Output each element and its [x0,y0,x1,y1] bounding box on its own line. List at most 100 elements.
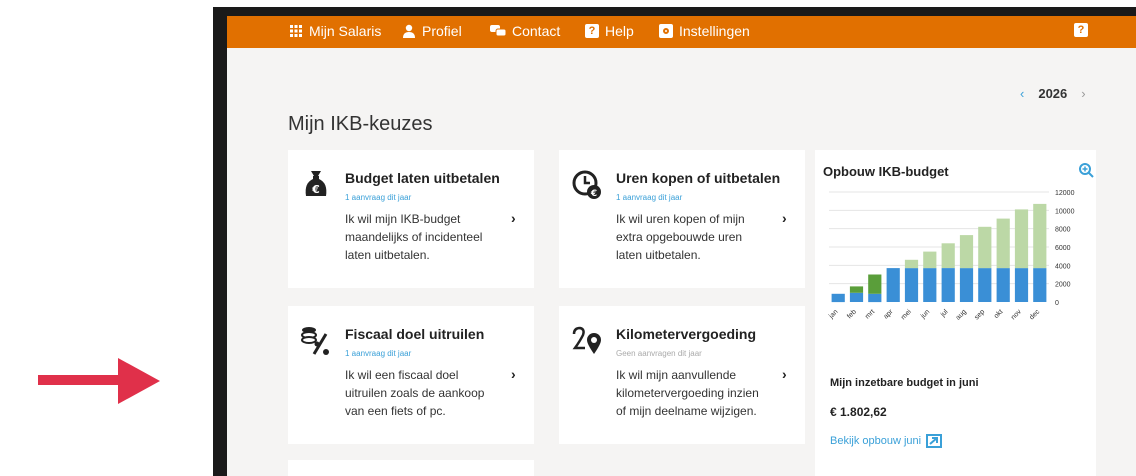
y-tick-label: 6000 [1055,245,1071,252]
pointer-arrow-icon [118,358,160,404]
x-tick-label: mei [900,308,913,321]
bar-segment-okt-blue [996,268,1010,302]
y-tick-label: 0 [1055,300,1059,307]
bar-segment-jul-blue [941,268,955,302]
nav-label: Instellingen [679,23,750,39]
svg-text:€: € [311,183,320,196]
y-tick-label: 2000 [1055,282,1071,289]
next-year-button[interactable]: › [1081,86,1085,101]
gear-icon [659,24,673,38]
budget-label: Mijn inzetbare budget in juni [830,377,979,389]
x-tick-label: jul [939,308,950,319]
x-tick-label: jun [919,308,931,320]
x-tick-label: okt [993,308,1005,320]
chat-icon [490,25,506,37]
bar-segment-nov-blue [1014,268,1029,302]
grid-icon [290,25,302,37]
x-tick-label: dec [1028,308,1041,321]
budget-chart: 12000 10000 8000 6000 4000 2000 0 jan feb mrt apr m… [827,190,1075,322]
card-fiscaal-doel-uitruilen[interactable]: Fiscaal doel uitruilen 1 aanvraag dit ja… [288,306,534,444]
card-description: Ik wil mijn aanvullende kilometervergoed… [616,368,759,418]
pointer-arrow-shaft [38,375,122,385]
nav-mijn-salaris[interactable]: Mijn Salaris [289,23,381,39]
year-label: 2026 [1038,86,1068,101]
x-tick-label: apr [882,308,895,321]
nav-contact[interactable]: Contact [490,23,560,39]
page-title: Mijn IKB-keuzes [288,113,433,135]
panel-title: Opbouw IKB-budget [823,164,949,179]
card-description: Ik wil uren kopen of mijn extra opgebouw… [616,212,745,262]
bar-segment-jan-blue [831,293,845,303]
budget-panel: Opbouw IKB-budget 12000 10000 8000 6000 4000… [815,150,1096,476]
bar-segment-mei-blue [904,268,919,302]
coins-percent-icon [301,327,329,355]
card-title: Kilometervergoeding [616,326,757,342]
bar-segment-dec-green_light [1033,203,1047,269]
bar-segment-aug-green_light [959,235,974,269]
bar-segment-jul-green_light [941,243,955,268]
y-tick-label: 12000 [1055,190,1075,197]
prev-year-button[interactable]: ‹ [1020,86,1024,101]
nav-label: Help [605,23,634,39]
nav-instellingen[interactable]: Instellingen [659,23,750,39]
card-request-count: Geen aanvragen dit jaar [616,349,702,358]
bar-segment-jun-green_light [923,251,937,269]
y-tick-label: 8000 [1055,227,1071,234]
help-button[interactable]: ? [1074,23,1088,37]
card-budget-laten-uitbetalen[interactable]: € Budget laten uitbetalen 1 aanvraag dit… [288,150,534,288]
card-title: Uren kopen of uitbetalen [616,170,781,186]
link-label: Bekijk opbouw juni [830,435,922,447]
bar-segment-mrt-green_dark [868,274,882,294]
svg-text:€: € [590,189,597,199]
bar-segment-mei-green_light [904,259,919,269]
card-description: Ik wil mijn IKB-budget maandelijks of in… [345,212,483,262]
help-icon: ? [1074,23,1088,37]
bar-segment-dec-blue [1033,268,1047,302]
bar-segment-sep-blue [978,268,992,302]
x-tick-label: mrt [864,308,876,320]
card-request-count: 1 aanvraag dit jaar [345,349,412,358]
help-icon: ? [585,24,599,38]
zoom-in-icon[interactable] [1078,162,1094,178]
nav-profiel[interactable]: Profiel [402,23,462,39]
bar-segment-feb-green_dark [849,286,864,293]
nav-help[interactable]: ? Help [585,23,634,39]
money-bag-icon: € [305,171,327,196]
clock-euro-icon: € [572,170,601,199]
bar-segment-okt-green_light [996,218,1010,269]
bar-segment-feb-blue [849,292,864,302]
card-kilometervergoeding[interactable]: Kilometervergoeding Geen aanvragen dit j… [559,306,805,444]
x-tick-label: nov [1010,308,1023,321]
x-tick-label: sep [973,308,986,321]
bar-segment-aug-blue [959,268,974,302]
card-request-count: 1 aanvraag dit jaar [345,193,412,202]
x-tick-label: feb [846,308,858,320]
chevron-right-icon: › [782,366,787,382]
chevron-right-icon: › [511,210,516,226]
nav-label: Mijn Salaris [309,23,382,39]
bar-segment-sep-green_light [978,226,992,269]
year-navigator: ‹ 2026 › [1020,86,1086,101]
card-description: Ik wil een fiscaal doel uitruilen zoals … [345,368,485,418]
card-uren-kopen-of-uitbetalen[interactable]: € Uren kopen of uitbetalen 1 aanvraag di… [559,150,805,288]
app-window: Mijn Salaris Profiel Contact ? Help Inst… [227,16,1136,476]
user-icon [403,24,415,38]
budget-value: € 1.802,62 [830,405,887,419]
view-build-up-link[interactable]: Bekijk opbouw juni [830,434,943,448]
y-tick-label: 4000 [1055,263,1071,270]
calendar-link-icon [926,434,943,448]
chevron-right-icon: › [511,366,516,382]
x-tick-label: aug [955,308,968,321]
route-pin-icon [572,326,601,354]
bar-segment-jun-blue [923,268,937,302]
bar-segment-mrt-blue [868,293,882,303]
nav-label: Contact [512,23,561,39]
nav-label: Profiel [422,23,462,39]
card-title: Fiscaal doel uitruilen [345,326,485,342]
card-partial [288,460,534,476]
y-tick-label: 10000 [1055,208,1075,215]
card-title: Budget laten uitbetalen [345,170,500,186]
chevron-right-icon: › [782,210,787,226]
x-tick-label: jan [827,308,839,320]
card-request-count: 1 aanvraag dit jaar [616,193,683,202]
